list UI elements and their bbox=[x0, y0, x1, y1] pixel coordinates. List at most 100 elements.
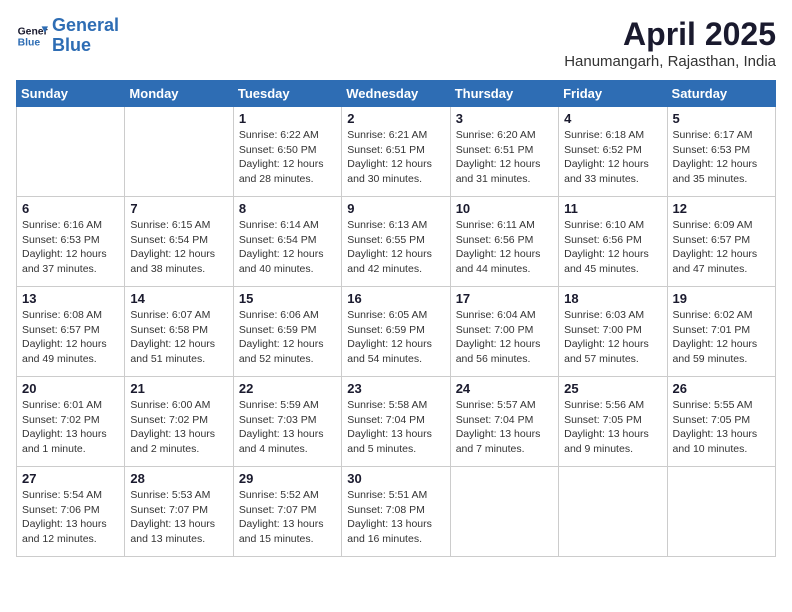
day-info: Sunrise: 5:56 AMSunset: 7:05 PMDaylight:… bbox=[564, 398, 661, 457]
calendar-cell: 19 Sunrise: 6:02 AMSunset: 7:01 PMDayligh… bbox=[667, 287, 775, 377]
calendar-cell: 24 Sunrise: 5:57 AMSunset: 7:04 PMDayligh… bbox=[450, 377, 558, 467]
day-number: 17 bbox=[456, 291, 553, 306]
day-info: Sunrise: 6:16 AMSunset: 6:53 PMDaylight:… bbox=[22, 218, 119, 277]
calendar-cell: 29 Sunrise: 5:52 AMSunset: 7:07 PMDayligh… bbox=[233, 467, 341, 557]
day-number: 27 bbox=[22, 471, 119, 486]
calendar-cell: 12 Sunrise: 6:09 AMSunset: 6:57 PMDayligh… bbox=[667, 197, 775, 287]
calendar-cell: 11 Sunrise: 6:10 AMSunset: 6:56 PMDayligh… bbox=[559, 197, 667, 287]
day-number: 30 bbox=[347, 471, 444, 486]
calendar-cell: 20 Sunrise: 6:01 AMSunset: 7:02 PMDayligh… bbox=[17, 377, 125, 467]
day-info: Sunrise: 5:51 AMSunset: 7:08 PMDaylight:… bbox=[347, 488, 444, 547]
day-info: Sunrise: 6:07 AMSunset: 6:58 PMDaylight:… bbox=[130, 308, 227, 367]
day-header-wednesday: Wednesday bbox=[342, 81, 450, 107]
calendar-cell: 27 Sunrise: 5:54 AMSunset: 7:06 PMDayligh… bbox=[17, 467, 125, 557]
day-header-sunday: Sunday bbox=[17, 81, 125, 107]
calendar-cell: 4 Sunrise: 6:18 AMSunset: 6:52 PMDaylight… bbox=[559, 107, 667, 197]
calendar-cell: 5 Sunrise: 6:17 AMSunset: 6:53 PMDaylight… bbox=[667, 107, 775, 197]
day-info: Sunrise: 6:17 AMSunset: 6:53 PMDaylight:… bbox=[673, 128, 770, 187]
day-number: 15 bbox=[239, 291, 336, 306]
calendar-cell: 15Sunrise: 6:06 AMSunset: 6:59 PMDayligh… bbox=[233, 287, 341, 377]
day-number: 22 bbox=[239, 381, 336, 396]
day-header-monday: Monday bbox=[125, 81, 233, 107]
logo-icon: General Blue bbox=[16, 20, 48, 52]
day-info: Sunrise: 5:52 AMSunset: 7:07 PMDaylight:… bbox=[239, 488, 336, 547]
day-info: Sunrise: 5:53 AMSunset: 7:07 PMDaylight:… bbox=[130, 488, 227, 547]
day-header-friday: Friday bbox=[559, 81, 667, 107]
day-info: Sunrise: 6:20 AMSunset: 6:51 PMDaylight:… bbox=[456, 128, 553, 187]
calendar-cell bbox=[667, 467, 775, 557]
day-number: 12 bbox=[673, 201, 770, 216]
week-row-5: 27 Sunrise: 5:54 AMSunset: 7:06 PMDayligh… bbox=[17, 467, 776, 557]
day-number: 20 bbox=[22, 381, 119, 396]
day-number: 21 bbox=[130, 381, 227, 396]
day-info: Sunrise: 6:18 AMSunset: 6:52 PMDaylight:… bbox=[564, 128, 661, 187]
logo: General Blue General Blue bbox=[16, 16, 119, 56]
day-info: Sunrise: 6:10 AMSunset: 6:56 PMDaylight:… bbox=[564, 218, 661, 277]
day-info: Sunrise: 6:00 AMSunset: 7:02 PMDaylight:… bbox=[130, 398, 227, 457]
calendar-cell: 17Sunrise: 6:04 AMSunset: 7:00 PMDayligh… bbox=[450, 287, 558, 377]
day-number: 25 bbox=[564, 381, 661, 396]
calendar-cell: 23 Sunrise: 5:58 AMSunset: 7:04 PMDayligh… bbox=[342, 377, 450, 467]
calendar-cell bbox=[450, 467, 558, 557]
day-info: Sunrise: 6:14 AMSunset: 6:54 PMDaylight:… bbox=[239, 218, 336, 277]
day-info: Sunrise: 6:02 AMSunset: 7:01 PMDaylight:… bbox=[673, 308, 770, 367]
main-title: April 2025 bbox=[564, 16, 776, 53]
calendar-cell: 7 Sunrise: 6:15 AMSunset: 6:54 PMDaylight… bbox=[125, 197, 233, 287]
day-number: 16 bbox=[347, 291, 444, 306]
day-number: 13 bbox=[22, 291, 119, 306]
subtitle: Hanumangarh, Rajasthan, India bbox=[564, 53, 776, 70]
calendar-cell: 18Sunrise: 6:03 AMSunset: 7:00 PMDayligh… bbox=[559, 287, 667, 377]
day-info: Sunrise: 6:15 AMSunset: 6:54 PMDaylight:… bbox=[130, 218, 227, 277]
calendar-cell: 26 Sunrise: 5:55 AMSunset: 7:05 PMDayligh… bbox=[667, 377, 775, 467]
day-info: Sunrise: 6:05 AMSunset: 6:59 PMDaylight:… bbox=[347, 308, 444, 367]
day-header-tuesday: Tuesday bbox=[233, 81, 341, 107]
day-header-saturday: Saturday bbox=[667, 81, 775, 107]
day-number: 23 bbox=[347, 381, 444, 396]
calendar-cell: 21 Sunrise: 6:00 AMSunset: 7:02 PMDayligh… bbox=[125, 377, 233, 467]
day-info: Sunrise: 6:09 AMSunset: 6:57 PMDaylight:… bbox=[673, 218, 770, 277]
day-info: Sunrise: 6:21 AMSunset: 6:51 PMDaylight:… bbox=[347, 128, 444, 187]
calendar-cell: 28 Sunrise: 5:53 AMSunset: 7:07 PMDayligh… bbox=[125, 467, 233, 557]
day-info: Sunrise: 6:08 AMSunset: 6:57 PMDaylight:… bbox=[22, 308, 119, 367]
calendar-header-row: SundayMondayTuesdayWednesdayThursdayFrid… bbox=[17, 81, 776, 107]
calendar-cell: 9 Sunrise: 6:13 AMSunset: 6:55 PMDaylight… bbox=[342, 197, 450, 287]
day-info: Sunrise: 5:55 AMSunset: 7:05 PMDaylight:… bbox=[673, 398, 770, 457]
day-info: Sunrise: 6:03 AMSunset: 7:00 PMDaylight:… bbox=[564, 308, 661, 367]
day-number: 3 bbox=[456, 111, 553, 126]
day-info: Sunrise: 5:57 AMSunset: 7:04 PMDaylight:… bbox=[456, 398, 553, 457]
day-number: 14 bbox=[130, 291, 227, 306]
day-number: 29 bbox=[239, 471, 336, 486]
calendar-cell: 6Sunrise: 6:16 AMSunset: 6:53 PMDaylight… bbox=[17, 197, 125, 287]
calendar-table: SundayMondayTuesdayWednesdayThursdayFrid… bbox=[16, 80, 776, 557]
logo-line2: Blue bbox=[52, 35, 91, 55]
day-info: Sunrise: 5:54 AMSunset: 7:06 PMDaylight:… bbox=[22, 488, 119, 547]
day-info: Sunrise: 6:01 AMSunset: 7:02 PMDaylight:… bbox=[22, 398, 119, 457]
calendar-cell: 25 Sunrise: 5:56 AMSunset: 7:05 PMDayligh… bbox=[559, 377, 667, 467]
calendar-cell: 30 Sunrise: 5:51 AMSunset: 7:08 PMDayligh… bbox=[342, 467, 450, 557]
calendar-cell bbox=[125, 107, 233, 197]
day-info: Sunrise: 5:58 AMSunset: 7:04 PMDaylight:… bbox=[347, 398, 444, 457]
day-number: 19 bbox=[673, 291, 770, 306]
calendar-cell bbox=[559, 467, 667, 557]
day-number: 7 bbox=[130, 201, 227, 216]
day-number: 28 bbox=[130, 471, 227, 486]
title-block: April 2025 Hanumangarh, Rajasthan, India bbox=[564, 16, 776, 70]
calendar-cell: 8Sunrise: 6:14 AMSunset: 6:54 PMDaylight… bbox=[233, 197, 341, 287]
day-info: Sunrise: 6:13 AMSunset: 6:55 PMDaylight:… bbox=[347, 218, 444, 277]
day-header-thursday: Thursday bbox=[450, 81, 558, 107]
day-number: 4 bbox=[564, 111, 661, 126]
day-number: 11 bbox=[564, 201, 661, 216]
day-info: Sunrise: 6:11 AMSunset: 6:56 PMDaylight:… bbox=[456, 218, 553, 277]
day-info: Sunrise: 6:22 AMSunset: 6:50 PMDaylight:… bbox=[239, 128, 336, 187]
calendar-cell: 13 Sunrise: 6:08 AMSunset: 6:57 PMDayligh… bbox=[17, 287, 125, 377]
day-number: 2 bbox=[347, 111, 444, 126]
week-row-4: 20 Sunrise: 6:01 AMSunset: 7:02 PMDayligh… bbox=[17, 377, 776, 467]
day-number: 24 bbox=[456, 381, 553, 396]
calendar-cell: 3 Sunrise: 6:20 AMSunset: 6:51 PMDaylight… bbox=[450, 107, 558, 197]
week-row-3: 13 Sunrise: 6:08 AMSunset: 6:57 PMDayligh… bbox=[17, 287, 776, 377]
logo-line1: General bbox=[52, 15, 119, 35]
day-number: 5 bbox=[673, 111, 770, 126]
svg-text:Blue: Blue bbox=[18, 37, 41, 48]
day-number: 26 bbox=[673, 381, 770, 396]
day-number: 9 bbox=[347, 201, 444, 216]
